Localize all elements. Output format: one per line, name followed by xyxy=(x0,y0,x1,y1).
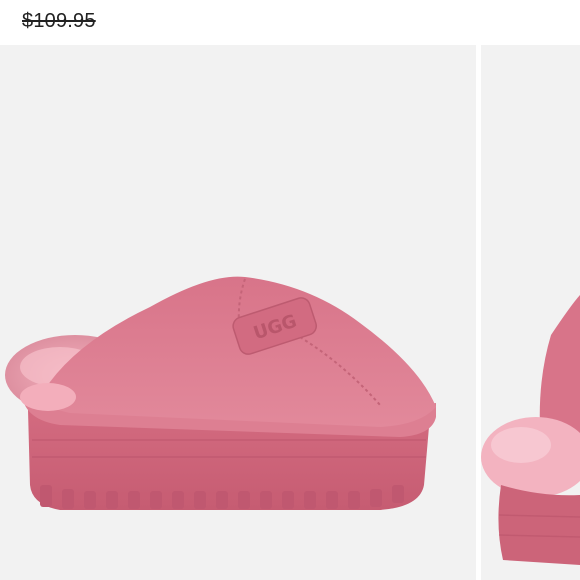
original-price: $109.95 xyxy=(22,10,96,32)
price-bar: $109.95 xyxy=(0,0,580,44)
slipper-illustration: UGG xyxy=(5,276,436,510)
main-product-image[interactable]: UGG xyxy=(0,45,476,580)
suede-upper xyxy=(40,276,436,427)
next-product-image[interactable] xyxy=(481,45,580,580)
slipper-side-illustration xyxy=(481,295,580,565)
image-carousel[interactable]: UGG xyxy=(0,45,580,580)
listing-page: $109.95 UGG xyxy=(0,0,580,580)
